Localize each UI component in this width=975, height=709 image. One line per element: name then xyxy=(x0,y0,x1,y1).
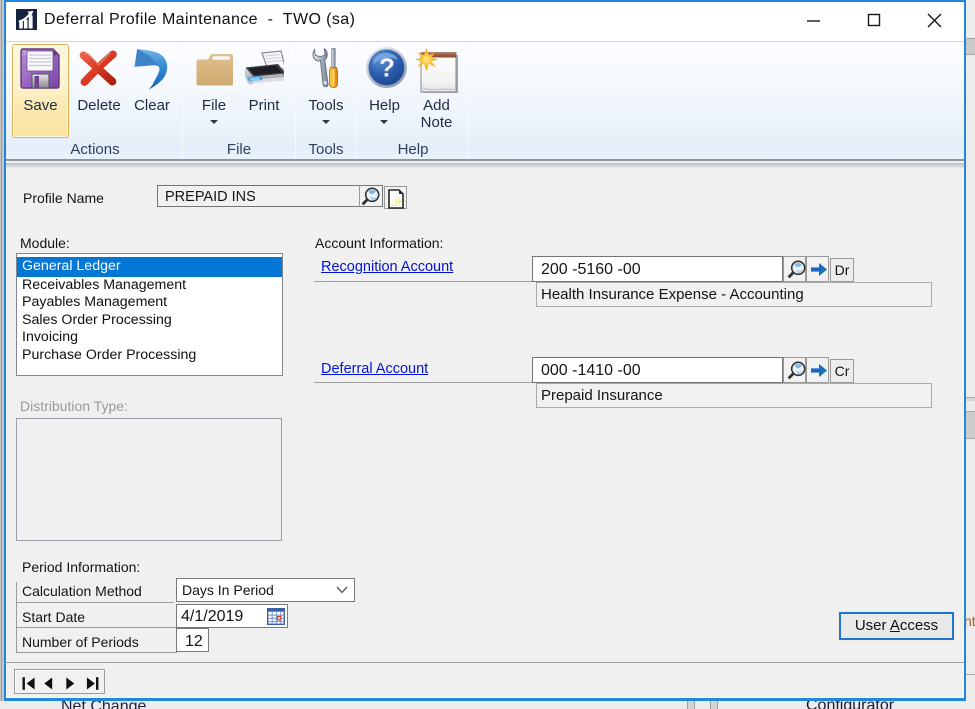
svg-text:?: ? xyxy=(379,53,395,83)
